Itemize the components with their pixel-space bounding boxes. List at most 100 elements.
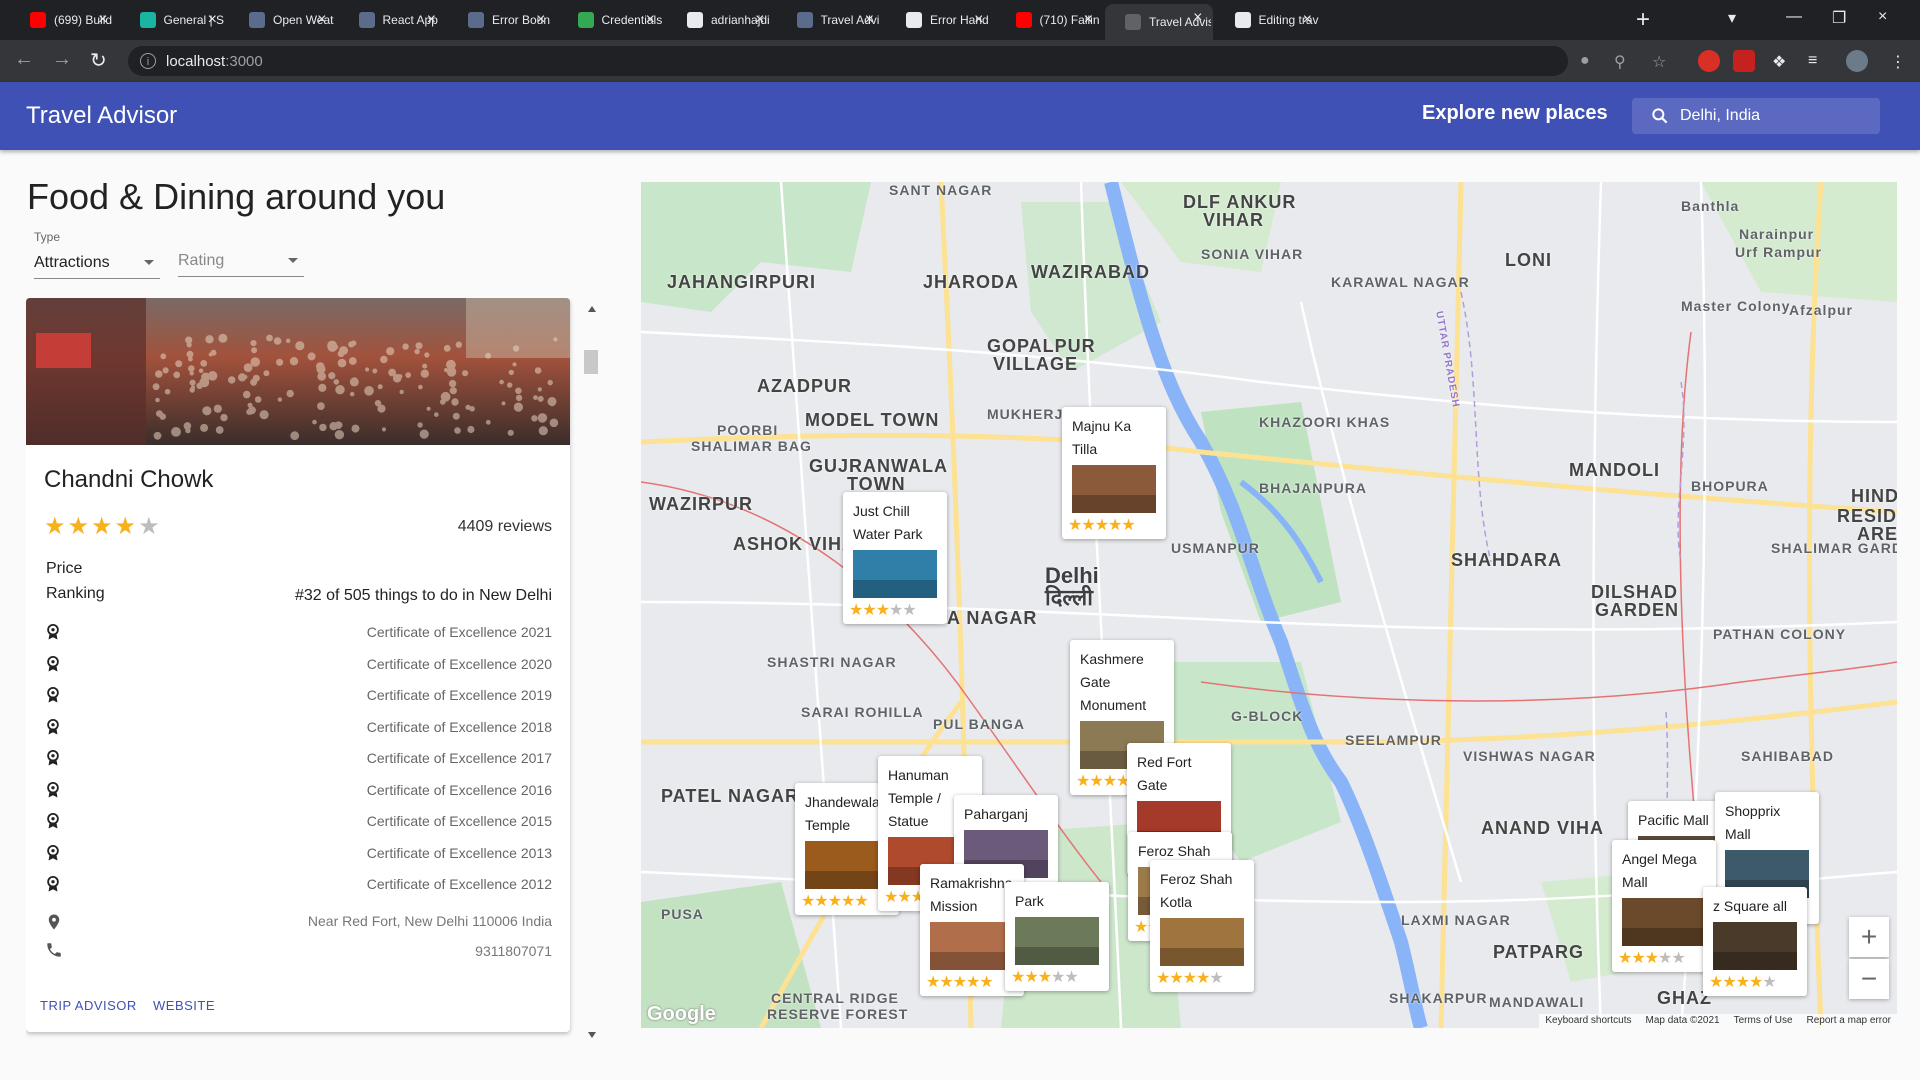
marker-rating-stars: ★★★★★ (1618, 950, 1686, 967)
browser-tab[interactable]: Error Hand × (886, 6, 994, 34)
marker-title: Kashmere Gate Monument (1080, 651, 1147, 713)
list-scrollbar[interactable] (584, 298, 600, 1042)
location-blocked-icon[interactable]: ● (1580, 52, 1590, 70)
close-tab-icon[interactable]: × (98, 11, 107, 29)
profile-avatar[interactable] (1846, 50, 1868, 72)
ranking-value: #32 of 505 things to do in New Delhi (294, 587, 552, 604)
marker-title: Red Fort Gate (1137, 754, 1192, 793)
reload-icon[interactable]: ↻ (90, 48, 107, 73)
marker-rating-stars: ★★★★★ (849, 602, 917, 619)
search-input[interactable] (1678, 106, 1862, 126)
keyboard-shortcuts-link[interactable]: Keyboard shortcuts (1545, 1014, 1631, 1028)
browser-tab[interactable]: Travel Advis × (1105, 4, 1213, 40)
close-window-icon[interactable]: × (1878, 8, 1887, 26)
close-tab-icon[interactable]: × (865, 11, 874, 29)
website-link[interactable]: WEBSITE (153, 998, 215, 1013)
extension-shield-icon[interactable] (1698, 50, 1720, 72)
new-tab-icon[interactable]: + (1636, 6, 1650, 34)
map-marker-card[interactable]: z Square all ★★★★★ (1703, 887, 1807, 996)
place-address: Near Red Fort, New Delhi 110006 India (307, 913, 552, 929)
browser-tab[interactable]: adrianhajdi × (667, 6, 775, 34)
award-row: Certificate of Excellence 2013 (26, 843, 570, 863)
marker-photo (1713, 922, 1797, 970)
marker-title: Park (1015, 893, 1044, 909)
browser-tab[interactable]: (699) Build × (10, 6, 118, 34)
google-logo: Google (647, 1003, 716, 1025)
award-text: Certificate of Excellence 2019 (366, 687, 552, 703)
close-tab-icon[interactable]: × (1303, 11, 1312, 29)
marker-title: Just Chill Water Park (853, 503, 923, 542)
bookmark-star-icon[interactable]: ☆ (1652, 52, 1666, 72)
map-label: RESERVE FOREST (767, 1006, 909, 1022)
map-marker-card[interactable]: Just Chill Water Park ★★★★★ (843, 492, 947, 624)
browser-tab[interactable]: Credentials × (558, 6, 666, 34)
restore-icon[interactable]: ❐ (1832, 8, 1846, 28)
zoom-out-button[interactable]: − (1849, 959, 1889, 999)
react-icon (249, 12, 265, 28)
map-marker-card[interactable]: Angel Mega Mall ★★★★★ (1612, 840, 1716, 972)
minimize-icon[interactable]: — (1786, 8, 1802, 26)
close-tab-icon[interactable]: × (646, 11, 655, 29)
close-tab-icon[interactable]: × (1084, 11, 1093, 29)
award-ribbon-icon (47, 749, 59, 766)
rating-stars: ★★★★★ (44, 513, 162, 540)
browser-tab[interactable]: Travel Advi × (777, 6, 885, 34)
browser-tab[interactable]: React App × (339, 6, 447, 34)
close-tab-icon[interactable]: × (755, 11, 764, 29)
close-tab-icon[interactable]: × (974, 11, 983, 29)
marker-photo (1160, 918, 1244, 966)
browser-tab[interactable]: (710) Failin × (996, 6, 1104, 34)
map-label: ANAND VIHA (1481, 818, 1605, 838)
phone-icon (47, 943, 61, 957)
browser-tab[interactable]: Error Boun × (448, 6, 556, 34)
map-label: DILSHAD (1591, 582, 1678, 602)
report-map-error-link[interactable]: Report a map error (1807, 1014, 1891, 1028)
forward-icon[interactable]: → (52, 48, 72, 71)
tripadvisor-link[interactable]: TRIP ADVISOR (40, 998, 137, 1013)
award-ribbon-icon (47, 623, 59, 640)
map-marker-card[interactable]: Park ★★★★★ (1005, 882, 1109, 991)
tab-search-icon[interactable]: ▾ (1728, 8, 1736, 28)
map-marker-card[interactable]: Majnu Ka Tilla ★★★★★ (1062, 407, 1166, 539)
location-search[interactable] (1632, 98, 1880, 134)
site-info-icon[interactable]: i (140, 53, 156, 69)
browser-tab[interactable]: Open Weat × (229, 6, 337, 34)
browser-tab[interactable]: General | S × (120, 6, 228, 34)
close-tab-icon[interactable]: × (536, 11, 545, 29)
marker-title: Shopprix Mall (1725, 803, 1781, 842)
scroll-down-icon[interactable] (588, 1032, 596, 1038)
extensions-puzzle-icon[interactable]: ❖ (1772, 52, 1786, 72)
rating-select[interactable]: Rating (178, 246, 304, 277)
type-value: Attractions (34, 254, 110, 271)
back-icon[interactable]: ← (14, 48, 34, 71)
award-text: Certificate of Excellence 2017 (366, 750, 552, 766)
zoom-in-button[interactable]: + (1849, 917, 1889, 957)
map-marker-card[interactable]: Feroz Shah Kotla ★★★★★ (1150, 860, 1254, 992)
close-tab-icon[interactable]: × (317, 11, 326, 29)
type-select[interactable]: Type Attractions (34, 230, 160, 279)
award-text: Certificate of Excellence 2016 (366, 781, 552, 798)
zoom-icon[interactable]: ⚲ (1614, 52, 1626, 72)
browser-tab[interactable]: Editing trav × (1215, 6, 1323, 34)
close-tab-icon[interactable]: × (1193, 9, 1202, 27)
close-tab-icon[interactable]: × (427, 11, 436, 29)
scroll-up-icon[interactable] (588, 306, 596, 312)
marker-rating-stars: ★★★★★ (1709, 974, 1777, 991)
extension-grid-icon[interactable] (1733, 50, 1755, 72)
github-icon (1234, 12, 1251, 28)
diamond-icon (139, 12, 156, 28)
browser-toolbar: ← → ↻ i localhost:3000 ● ⚲ ☆ ❖ ≡ ⋮ (0, 40, 1920, 82)
media-queue-icon[interactable]: ≡ (1808, 52, 1817, 70)
places-list[interactable]: Chandni Chowk ★★★★★ 4409 reviews Price R… (26, 298, 596, 1042)
browser-menu-icon[interactable]: ⋮ (1890, 52, 1906, 72)
map-label: VILLAGE (993, 354, 1079, 374)
terms-of-use-link[interactable]: Terms of Use (1734, 1014, 1793, 1028)
close-tab-icon[interactable]: × (208, 11, 217, 29)
address-url[interactable]: localhost:3000 (166, 53, 263, 70)
address-bar[interactable]: i localhost:3000 (128, 46, 1568, 76)
scroll-thumb[interactable] (584, 350, 598, 374)
map[interactable]: SANT NAGAR DLF ANKUR VIHAR JAHANGIRPURI JHAR… (641, 182, 1897, 1028)
map-label: SHALIMAR BAG (691, 438, 812, 454)
marker-photo (853, 550, 937, 598)
map-label: TOWN (847, 474, 906, 494)
